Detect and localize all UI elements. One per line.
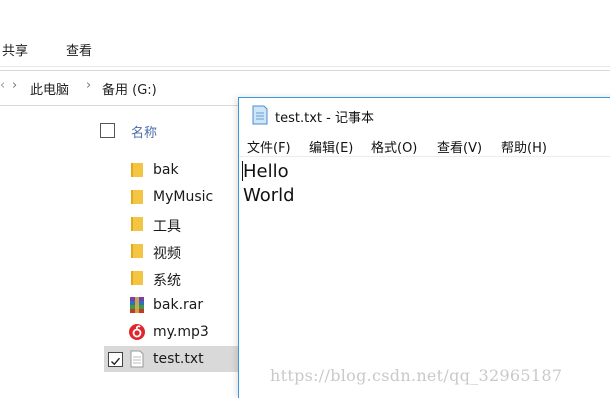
- list-item-label: bak: [153, 162, 179, 178]
- ribbon-tab-view[interactable]: 查看: [66, 40, 92, 59]
- text-line: World: [243, 185, 295, 206]
- breadcrumb-separator-icon[interactable]: ›: [12, 78, 17, 93]
- list-item-label: 工具: [153, 219, 181, 235]
- select-all-checkbox[interactable]: [100, 123, 115, 138]
- text-file-icon: [130, 350, 144, 368]
- menu-help[interactable]: 帮助(H): [501, 137, 547, 156]
- folder-icon: [131, 163, 143, 177]
- list-item-selected[interactable]: test.txt: [104, 346, 244, 372]
- list-item-label: 视频: [153, 246, 181, 262]
- breadcrumb-drive-g[interactable]: 备用 (G:): [102, 79, 157, 98]
- checkmark-icon: [111, 357, 121, 366]
- list-item[interactable]: 视频: [104, 238, 244, 264]
- notepad-titlebar[interactable]: test.txt - 记事本: [239, 98, 610, 132]
- notepad-window[interactable]: test.txt - 记事本 文件(F) 编辑(E) 格式(O) 查看(V) 帮…: [238, 97, 610, 398]
- text-line: Hello: [243, 161, 289, 182]
- list-item[interactable]: my.mp3: [104, 319, 244, 345]
- menu-edit[interactable]: 编辑(E): [309, 137, 353, 156]
- row-checkbox[interactable]: [108, 352, 123, 367]
- notepad-text-area[interactable]: Hello World: [243, 160, 610, 390]
- list-item[interactable]: MyMusic: [104, 184, 244, 210]
- folder-icon: [131, 244, 143, 258]
- folder-icon: [131, 217, 143, 231]
- breadcrumb-separator-icon[interactable]: ›: [86, 78, 91, 93]
- list-item-label: test.txt: [153, 351, 204, 367]
- menu-file[interactable]: 文件(F): [247, 137, 291, 156]
- rar-archive-icon: [130, 297, 144, 313]
- list-item-label: 系统: [153, 273, 181, 289]
- menu-view[interactable]: 查看(V): [437, 137, 482, 156]
- ribbon-tab-share[interactable]: 共享: [2, 40, 28, 59]
- address-back-chevron-icon[interactable]: ‹: [0, 78, 5, 93]
- breadcrumb-this-pc[interactable]: 此电脑: [30, 79, 69, 98]
- list-item[interactable]: bak: [104, 157, 244, 183]
- ribbon: 共享 查看: [0, 0, 610, 67]
- netease-music-icon: [129, 324, 145, 340]
- list-item[interactable]: 系统: [104, 265, 244, 291]
- notepad-icon: [252, 105, 268, 125]
- watermark: https://blog.csdn.net/qq_32965187: [270, 366, 563, 385]
- folder-icon: [131, 190, 143, 204]
- window-title: test.txt - 记事本: [275, 111, 374, 126]
- list-item[interactable]: 工具: [104, 211, 244, 237]
- list-item-label: my.mp3: [153, 324, 209, 340]
- list-item[interactable]: bak.rar: [104, 292, 244, 318]
- column-header-name[interactable]: 名称: [131, 122, 157, 141]
- list-item-label: bak.rar: [153, 297, 204, 313]
- notepad-menubar: 文件(F) 编辑(E) 格式(O) 查看(V) 帮助(H): [239, 132, 610, 157]
- menu-format[interactable]: 格式(O): [371, 137, 417, 156]
- list-item-label: MyMusic: [153, 189, 214, 205]
- folder-icon: [131, 271, 143, 285]
